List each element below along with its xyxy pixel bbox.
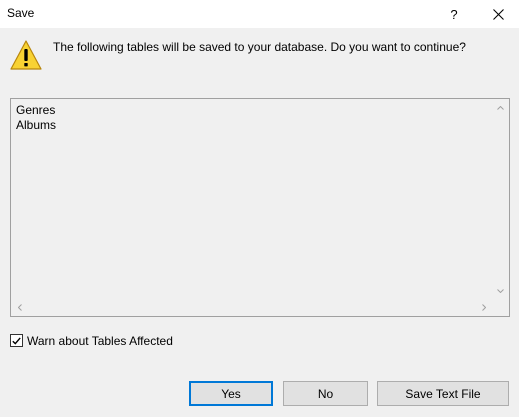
warning-icon	[10, 40, 42, 70]
close-icon	[492, 8, 504, 20]
list-item[interactable]: Albums	[16, 118, 56, 133]
save-text-file-button[interactable]: Save Text File	[377, 381, 509, 406]
tables-list[interactable]: Genres Albums	[10, 98, 510, 317]
warn-checkbox[interactable]	[10, 334, 23, 347]
title-bar[interactable]: Save ?	[0, 0, 519, 28]
warn-checkbox-row[interactable]: Warn about Tables Affected	[10, 333, 173, 348]
list-item[interactable]: Genres	[16, 103, 56, 118]
horizontal-scrollbar[interactable]	[11, 299, 492, 316]
yes-button[interactable]: Yes	[189, 381, 273, 406]
scroll-corner	[492, 299, 509, 316]
tables-list-items: Genres Albums	[16, 103, 56, 133]
help-button[interactable]: ?	[437, 0, 471, 28]
scroll-left-icon[interactable]	[11, 299, 28, 316]
save-dialog: Save ? The following tables will be save…	[0, 0, 519, 417]
scroll-right-icon[interactable]	[475, 299, 492, 316]
close-button[interactable]	[480, 0, 516, 28]
checkmark-icon	[12, 336, 21, 345]
vertical-scrollbar[interactable]	[492, 99, 509, 299]
no-button[interactable]: No	[283, 381, 368, 406]
warn-checkbox-label: Warn about Tables Affected	[27, 333, 173, 348]
window-title: Save	[7, 6, 35, 20]
scroll-down-icon[interactable]	[492, 282, 509, 299]
scroll-up-icon[interactable]	[492, 99, 509, 116]
confirmation-message: The following tables will be saved to yo…	[53, 40, 466, 54]
